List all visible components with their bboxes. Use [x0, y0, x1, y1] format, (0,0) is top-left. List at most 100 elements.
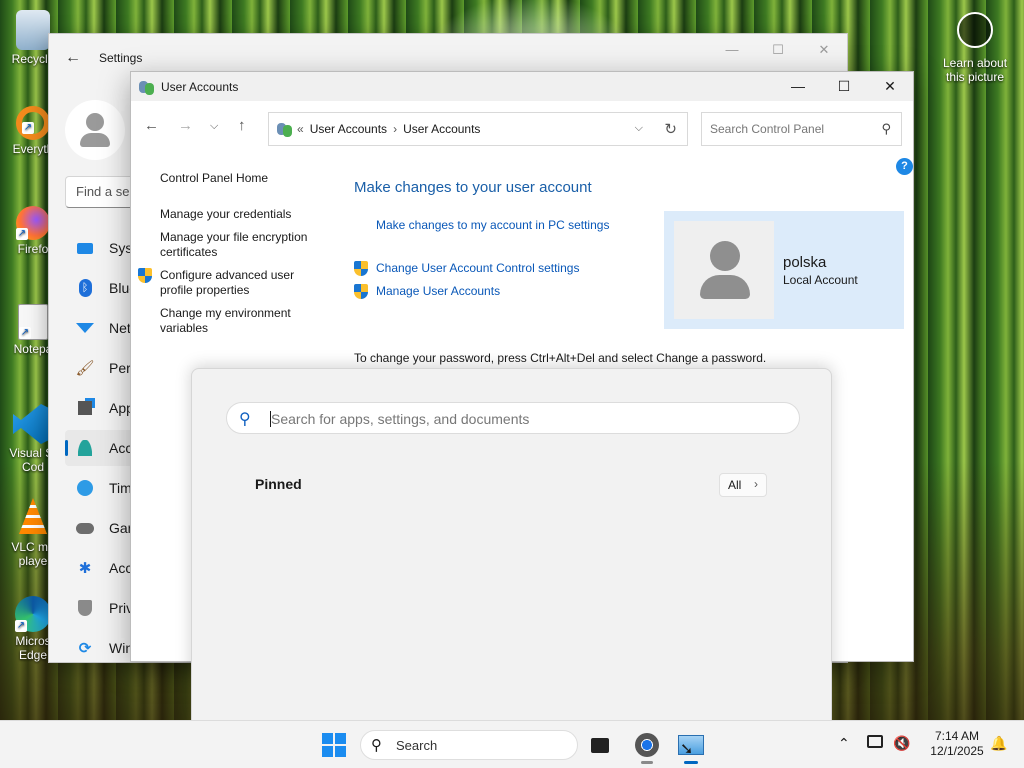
clock[interactable]: 7:14 AM 12/1/2025 — [922, 729, 992, 759]
desktop-icon-label: Notepa — [13, 342, 53, 356]
shortcut-arrow-icon: ↗ — [19, 327, 31, 339]
window-title: User Accounts — [161, 79, 239, 94]
breadcrumb-item[interactable]: User Accounts — [310, 122, 387, 136]
all-apps-button[interactable]: All › — [719, 473, 767, 497]
back-arrow-icon[interactable]: ← — [144, 117, 159, 134]
search-icon: ⚲ — [881, 121, 891, 136]
uac-shield-icon — [354, 261, 368, 276]
search-placeholder: Search Control Panel — [710, 122, 825, 136]
uac-settings-link[interactable]: Change User Account Control settings — [376, 261, 579, 275]
environment-variables-link[interactable]: Change my environment variables — [160, 306, 310, 336]
avatar-head — [710, 241, 740, 271]
caption-buttons: — ☐ ✕ — [775, 72, 913, 101]
user-accounts-icon — [277, 121, 293, 137]
taskbar-settings-app[interactable] — [633, 731, 661, 759]
notepad-icon: ↗ — [18, 304, 48, 340]
breadcrumb-item[interactable]: User Accounts — [403, 122, 480, 136]
forward-arrow-icon[interactable]: → — [178, 117, 193, 134]
user-avatar[interactable] — [65, 100, 125, 160]
start-search-input[interactable]: ⚲ Search for apps, settings, and documen… — [226, 402, 800, 434]
account-name: polska — [783, 254, 827, 271]
pc-settings-link[interactable]: Make changes to my account in PC setting… — [376, 218, 609, 232]
back-arrow-icon[interactable]: ← — [65, 49, 85, 67]
page-heading: Make changes to your user account — [354, 179, 592, 196]
everything-icon: ↗ — [16, 106, 50, 140]
gamepad-icon — [75, 518, 95, 538]
user-accounts-icon — [139, 79, 155, 95]
close-button[interactable]: ✕ — [801, 34, 847, 66]
chevron-right-icon: › — [754, 477, 758, 491]
breadcrumb-separator-icon[interactable]: › — [393, 122, 397, 136]
windows-logo-tile — [322, 733, 333, 744]
advanced-profile-link[interactable]: Configure advanced user profile properti… — [160, 268, 310, 298]
all-apps-label: All — [728, 478, 742, 492]
start-search-flyout: ⚲ Search for apps, settings, and documen… — [191, 368, 832, 720]
windows-logo-tile — [335, 746, 346, 757]
shortcut-arrow-icon: ↗ — [22, 122, 34, 134]
refresh-icon[interactable]: ↻ — [664, 120, 677, 138]
clock-time: 7:14 AM — [934, 729, 980, 743]
address-row: ← → ⌵ ↑ « User Accounts › User Accounts … — [131, 109, 913, 149]
maximize-button[interactable]: ☐ — [821, 72, 867, 101]
address-bar[interactable]: « User Accounts › User Accounts ⌵ ↻ — [268, 112, 688, 146]
avatar-head — [86, 113, 104, 131]
shortcut-arrow-icon: ↗ — [16, 228, 28, 240]
start-button[interactable] — [322, 733, 346, 757]
breadcrumb-prefix[interactable]: « — [297, 122, 304, 136]
password-note: To change your password, press Ctrl+Alt+… — [354, 351, 767, 365]
shield-icon — [75, 598, 95, 618]
up-arrow-icon[interactable]: ↑ — [238, 117, 246, 134]
taskbar-search-label: Search — [396, 738, 438, 753]
uac-shield-icon — [138, 268, 152, 283]
account-card: polska Local Account — [664, 211, 904, 329]
gear-icon — [635, 733, 659, 757]
recent-locations-chevron-icon[interactable]: ⌵ — [210, 120, 218, 133]
nav-label: Tim — [109, 480, 132, 496]
learn-about-picture[interactable]: Learn about this picture — [936, 12, 1014, 84]
desktop-icon-label: Micros Edge — [15, 634, 51, 662]
active-indicator — [684, 761, 698, 764]
minimize-button[interactable]: — — [775, 72, 821, 101]
running-indicator — [641, 761, 653, 764]
file-encryption-link[interactable]: Manage your file encryption certificates — [160, 230, 320, 260]
volume-icon[interactable]: 🔇 — [893, 735, 910, 752]
shortcut-arrow-icon: ↗ — [15, 620, 27, 632]
address-dropdown-icon[interactable]: ⌵ — [635, 122, 643, 135]
vlc-cone-icon — [19, 498, 47, 534]
manage-credentials-link[interactable]: Manage your credentials — [160, 207, 291, 222]
update-icon: ⟳ — [78, 640, 92, 657]
clock-date: 12/1/2025 — [930, 744, 984, 758]
pinned-heading: Pinned — [255, 476, 302, 492]
avatar-body — [700, 275, 750, 299]
windows-logo-tile — [335, 733, 346, 744]
brush-icon: 🖌 — [75, 360, 95, 377]
maximize-button[interactable]: ☐ — [755, 34, 801, 66]
search-control-panel-input[interactable]: Search Control Panel ⚲ — [701, 112, 902, 146]
camera-icon — [957, 12, 993, 48]
taskbar-search[interactable]: ⚲ Search — [360, 730, 578, 760]
user-accounts-titlebar: User Accounts — ☐ ✕ — [131, 72, 913, 101]
manage-user-accounts-link[interactable]: Manage User Accounts — [376, 284, 500, 298]
task-view-button[interactable] — [588, 731, 616, 759]
minimize-button[interactable]: — — [709, 34, 755, 66]
avatar-body — [80, 133, 110, 147]
firefox-icon: ↗ — [16, 206, 50, 240]
notification-bell-icon[interactable]: 🔔 — [990, 735, 1007, 752]
apps-icon — [75, 398, 95, 418]
bluetooth-icon: ᛒ — [75, 278, 95, 298]
monitor-icon — [75, 238, 95, 258]
desktop-icon-label: Firefo — [17, 242, 49, 256]
settings-caption-buttons: — ☐ ✕ — [709, 34, 847, 66]
search-icon: ⚲ — [371, 737, 382, 754]
control-panel-home-link[interactable]: Control Panel Home — [160, 171, 268, 186]
network-icon[interactable] — [867, 735, 883, 748]
nav-label: Acc — [109, 440, 133, 456]
task-view-icon — [591, 738, 609, 753]
learn-about-picture-label: Learn about this picture — [942, 56, 1008, 84]
show-hidden-icons-chevron-icon[interactable]: ⌃ — [838, 735, 850, 752]
mouse-cursor-icon: ➘ — [680, 741, 694, 758]
taskbar: ⚲ Search ➘ ⌃ 🔇 7:14 AM 12/1/2025 🔔 — [0, 720, 1024, 768]
help-icon[interactable]: ? — [896, 158, 913, 175]
recycle-bin-icon — [16, 10, 50, 50]
close-button[interactable]: ✕ — [867, 72, 913, 101]
